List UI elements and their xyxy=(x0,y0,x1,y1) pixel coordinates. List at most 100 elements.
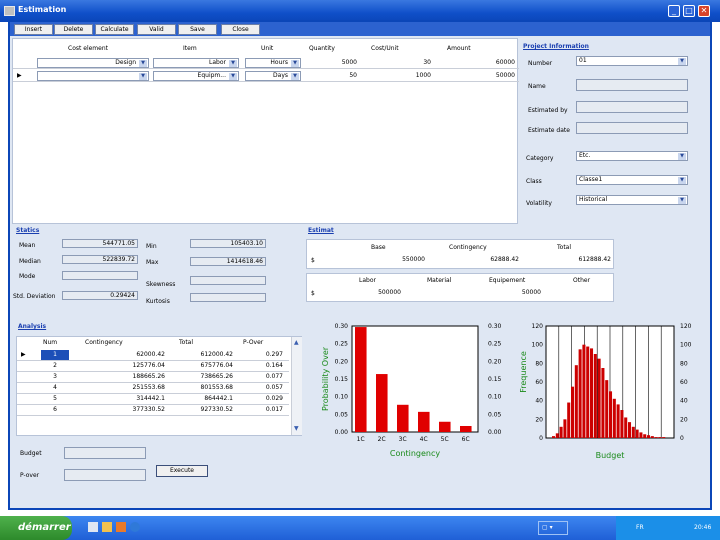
unit-select[interactable]: Hours ▼ xyxy=(245,58,301,68)
chevron-down-icon[interactable]: ▼ xyxy=(678,58,686,65)
delete-button[interactable]: Delete xyxy=(54,24,93,35)
estimated-by-field[interactable] xyxy=(576,101,688,113)
table-row[interactable]: ▶ 1 62000.42 612000.42 0.297 xyxy=(17,350,289,361)
project-info-title: Project Information xyxy=(523,43,589,50)
taskbar-window-button[interactable]: ▢ ▾ xyxy=(538,521,568,535)
minimize-button[interactable]: _ xyxy=(668,5,680,17)
y-tick-label-right: 120 xyxy=(680,323,692,330)
max-label: Max xyxy=(146,259,159,266)
insert-button[interactable]: Insert xyxy=(14,24,53,35)
chevron-down-icon[interactable]: ▼ xyxy=(139,73,147,80)
contingency-header: Contingency xyxy=(449,244,487,251)
budget-field[interactable] xyxy=(64,447,146,459)
category-select[interactable]: Etc. ▼ xyxy=(576,151,688,161)
language-indicator[interactable]: FR xyxy=(636,516,644,540)
y-tick-label: 80 xyxy=(535,360,543,367)
quicklaunch-icon[interactable] xyxy=(88,522,98,532)
chevron-down-icon[interactable]: ▼ xyxy=(291,73,299,80)
table-row[interactable]: 4 251553.68 801553.68 0.057 xyxy=(17,383,289,394)
media-icon[interactable] xyxy=(116,522,126,532)
chevron-down-icon[interactable]: ▼ xyxy=(229,60,237,67)
browser-icon[interactable] xyxy=(130,522,140,532)
chevron-down-icon[interactable]: ▼ xyxy=(678,197,686,204)
contingency-cell: 377330.52 xyxy=(132,406,165,413)
item-select[interactable]: Labor ▼ xyxy=(153,58,239,68)
histogram-bar xyxy=(586,346,590,438)
y-tick-label-right: 0.20 xyxy=(488,358,502,365)
table-row[interactable]: ▶ ▼ Equipm... ▼ Days ▼ 50 1000 50000 xyxy=(13,70,519,82)
scroll-up-icon[interactable]: ▲ xyxy=(294,339,299,346)
table-row[interactable]: 3 188665.26 738665.26 0.077 xyxy=(17,372,289,383)
x-tick-label: 5C xyxy=(441,436,449,443)
start-button[interactable]: démarrer xyxy=(0,516,72,540)
y-tick-label: 0.05 xyxy=(335,411,349,418)
histogram-bar xyxy=(555,433,559,438)
histogram-bar xyxy=(647,435,651,438)
contingency-cell: 251553.68 xyxy=(132,384,165,391)
y-tick-label: 20 xyxy=(535,416,543,423)
item-select[interactable]: Equipm... ▼ xyxy=(153,71,239,81)
row-pointer-icon: ▶ xyxy=(21,351,26,358)
table-row[interactable]: 6 377330.52 927330.52 0.017 xyxy=(17,405,289,416)
num-cell: 6 xyxy=(53,406,57,413)
p-over-field[interactable] xyxy=(64,469,146,481)
unit-select[interactable]: Days ▼ xyxy=(245,71,301,81)
quantity-cell[interactable]: 50 xyxy=(305,72,357,79)
system-tray: FR 20:46 xyxy=(616,516,720,540)
chevron-down-icon[interactable]: ▼ xyxy=(229,73,237,80)
folder-icon[interactable] xyxy=(102,522,112,532)
vertical-scrollbar[interactable]: ▲ ▼ xyxy=(291,337,302,435)
mean-value: 544771.05 xyxy=(62,239,138,248)
equipement-value: 50000 xyxy=(521,289,541,296)
material-header: Material xyxy=(427,277,452,284)
valid-button[interactable]: Valid xyxy=(137,24,176,35)
histogram-bar xyxy=(650,436,654,438)
analysis-rows: ▶ 1 62000.42 612000.42 0.297 2 125776.04 675776… xyxy=(17,350,289,416)
histogram-bar xyxy=(658,437,662,438)
estimat-title: Estimat xyxy=(308,227,334,234)
total-cell: 738665.26 xyxy=(200,373,233,380)
statics-panel: Statics Mean 544771.05 Median 522839.72 … xyxy=(12,226,302,310)
chevron-down-icon[interactable]: ▼ xyxy=(139,60,147,67)
y-tick-label-right: 0.05 xyxy=(488,411,502,418)
histogram-bar xyxy=(593,354,597,438)
close-window-button[interactable]: ✕ xyxy=(698,5,710,17)
y-tick-label-right: 0.25 xyxy=(488,341,502,348)
p-over-header: P-Over xyxy=(243,339,264,346)
cost-unit-cell[interactable]: 1000 xyxy=(363,72,431,79)
maximize-button[interactable]: □ xyxy=(683,5,695,17)
clock: 20:46 xyxy=(694,524,712,531)
number-select[interactable]: 01 ▼ xyxy=(576,56,688,66)
histogram-bar xyxy=(590,348,594,438)
cost-unit-cell[interactable]: 30 xyxy=(363,59,431,66)
close-button[interactable]: Close xyxy=(221,24,260,35)
quantity-cell[interactable]: 5000 xyxy=(305,59,357,66)
name-field[interactable] xyxy=(576,79,688,91)
histogram-bar xyxy=(574,365,578,438)
chevron-down-icon[interactable]: ▼ xyxy=(291,60,299,67)
scroll-down-icon[interactable]: ▼ xyxy=(294,425,299,432)
currency-symbol: $ xyxy=(311,257,315,264)
chevron-down-icon[interactable]: ▼ xyxy=(678,153,686,160)
num-header: Num xyxy=(43,339,58,346)
table-row[interactable]: 2 125776.04 675776.04 0.164 xyxy=(17,361,289,372)
chevron-down-icon[interactable]: ▼ xyxy=(678,177,686,184)
estimate-date-field[interactable] xyxy=(576,122,688,134)
execute-button[interactable]: Execute xyxy=(156,465,208,477)
cost-table: Cost element Item Unit Quantity Cost/Uni… xyxy=(12,38,519,224)
histogram-bar xyxy=(597,358,601,438)
category-value: Etc. xyxy=(579,152,591,159)
unit-value: Hours xyxy=(270,59,288,66)
cost-element-select[interactable]: Design ▼ xyxy=(37,58,149,68)
y-tick-label: 0.15 xyxy=(335,376,349,383)
table-row[interactable]: Design ▼ Labor ▼ Hours ▼ 5000 30 60000 xyxy=(13,57,519,69)
p-over-cell: 0.057 xyxy=(265,384,283,391)
y-tick-label: 60 xyxy=(535,379,543,386)
class-select[interactable]: Classe1 ▼ xyxy=(576,175,688,185)
volatility-select[interactable]: Historical ▼ xyxy=(576,195,688,205)
cost-element-select[interactable]: ▼ xyxy=(37,71,149,81)
calculate-button[interactable]: Calculate xyxy=(95,24,134,35)
estimated-by-label: Estimated by xyxy=(528,107,568,114)
save-button[interactable]: Save xyxy=(178,24,217,35)
table-row[interactable]: 5 314442.1 864442.1 0.029 xyxy=(17,394,289,405)
